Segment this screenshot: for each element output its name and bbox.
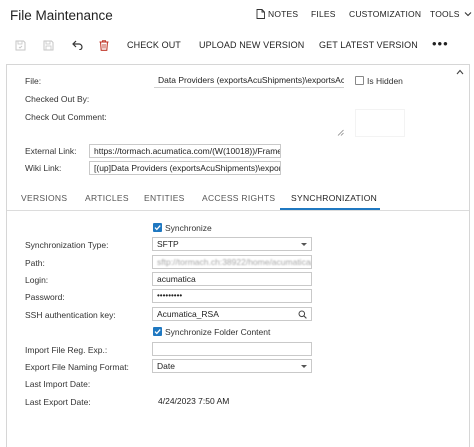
export-naming-label: Export File Naming Format: — [25, 362, 129, 372]
collapse-icon[interactable] — [456, 67, 464, 77]
comment-extra-box — [356, 110, 404, 136]
ssh-key-label: SSH authentication key: — [25, 310, 116, 320]
files-menu[interactable]: FILES — [311, 9, 336, 19]
checked-out-by-label: Checked Out By: — [25, 94, 90, 104]
check-out-button[interactable]: CHECK OUT — [127, 40, 181, 50]
tab-synchronization[interactable]: SYNCHRONIZATION — [291, 193, 377, 203]
sync-type-select[interactable]: SFTP — [152, 237, 312, 251]
files-label: FILES — [311, 9, 336, 19]
note-icon — [256, 9, 265, 19]
check-out-comment-label: Check Out Comment: — [25, 112, 107, 122]
wiki-link-field[interactable]: [(up]Data Providers (exportsAcuShipments… — [89, 161, 281, 175]
tools-menu[interactable]: TOOLS — [430, 9, 472, 19]
is-hidden-label: Is Hidden — [367, 76, 403, 86]
page-title: File Maintenance — [10, 8, 113, 23]
checkmark-icon — [154, 329, 161, 335]
delete-icon[interactable] — [97, 38, 111, 52]
wiki-link-label: Wiki Link: — [25, 163, 62, 173]
file-label: File: — [25, 76, 42, 86]
login-label: Login: — [25, 275, 49, 285]
checkmark-icon — [154, 225, 161, 231]
toolbar: CHECK OUT UPLOAD NEW VERSION GET LATEST … — [0, 36, 474, 54]
last-export-date-value: 4/24/2023 7:50 AM — [154, 395, 314, 409]
tab-access-rights[interactable]: ACCESS RIGHTS — [202, 193, 275, 203]
path-field[interactable]: sftp://tormach.ch:38922/home/acumatica/e… — [152, 255, 312, 269]
chevron-down-icon — [301, 243, 307, 246]
customization-menu[interactable]: CUSTOMIZATION — [349, 9, 421, 19]
sync-type-value: SFTP — [157, 239, 179, 249]
synchronize-label: Synchronize — [165, 223, 212, 233]
path-label: Path: — [25, 258, 45, 268]
undo-icon[interactable] — [70, 38, 84, 52]
import-regexp-label: Import File Reg. Exp.: — [25, 345, 108, 355]
sync-type-label: Synchronization Type: — [25, 240, 109, 250]
password-label: Password: — [25, 292, 65, 302]
upload-new-version-button[interactable]: UPLOAD NEW VERSION — [199, 40, 304, 50]
ssh-key-value: Acumatica_RSA — [157, 309, 219, 319]
sync-folder-content-checkbox[interactable] — [153, 327, 162, 336]
get-latest-version-button[interactable]: GET LATEST VERSION — [319, 40, 418, 50]
tab-entities[interactable]: ENTITIES — [144, 193, 185, 203]
active-tab-indicator — [280, 208, 380, 210]
export-naming-select[interactable]: Date — [152, 359, 312, 373]
checked-out-by-field — [154, 92, 344, 106]
chevron-down-icon — [464, 12, 472, 17]
last-import-date-label: Last Import Date: — [25, 379, 91, 389]
is-hidden-checkbox[interactable] — [355, 76, 364, 85]
customization-label: CUSTOMIZATION — [349, 9, 422, 19]
notes-label: NOTES — [268, 9, 299, 19]
notes-menu[interactable]: NOTES — [256, 9, 298, 19]
tab-versions[interactable]: VERSIONS — [21, 193, 67, 203]
ssh-key-selector[interactable]: Acumatica_RSA — [152, 307, 312, 321]
save-close-icon[interactable] — [41, 38, 55, 52]
more-actions-button[interactable]: ••• — [432, 36, 449, 51]
export-naming-value: Date — [157, 361, 175, 371]
import-regexp-field[interactable] — [152, 342, 312, 356]
last-export-date-label: Last Export Date: — [25, 397, 91, 407]
login-field[interactable]: acumatica — [152, 272, 312, 286]
external-link-field[interactable]: https://tormach.acumatica.com/(W(10018))… — [89, 144, 281, 158]
save-icon[interactable] — [13, 38, 27, 52]
file-field[interactable]: Data Providers (exportsAcuShipments)\exp… — [154, 74, 344, 88]
chevron-down-icon — [301, 365, 307, 368]
password-field[interactable]: ••••••••• — [152, 289, 312, 303]
synchronize-checkbox[interactable] — [153, 223, 162, 232]
tab-articles[interactable]: ARTICLES — [85, 193, 129, 203]
last-import-date-value — [152, 377, 312, 391]
resize-handle-icon[interactable] — [337, 129, 344, 136]
check-out-comment-field[interactable] — [154, 110, 344, 136]
path-value: sftp://tormach.ch:38922/home/acumatica/e… — [157, 257, 311, 267]
sync-folder-content-label: Synchronize Folder Content — [165, 327, 271, 337]
search-icon[interactable] — [298, 310, 307, 319]
external-link-label: External Link: — [25, 146, 77, 156]
tools-label: TOOLS — [430, 9, 460, 19]
